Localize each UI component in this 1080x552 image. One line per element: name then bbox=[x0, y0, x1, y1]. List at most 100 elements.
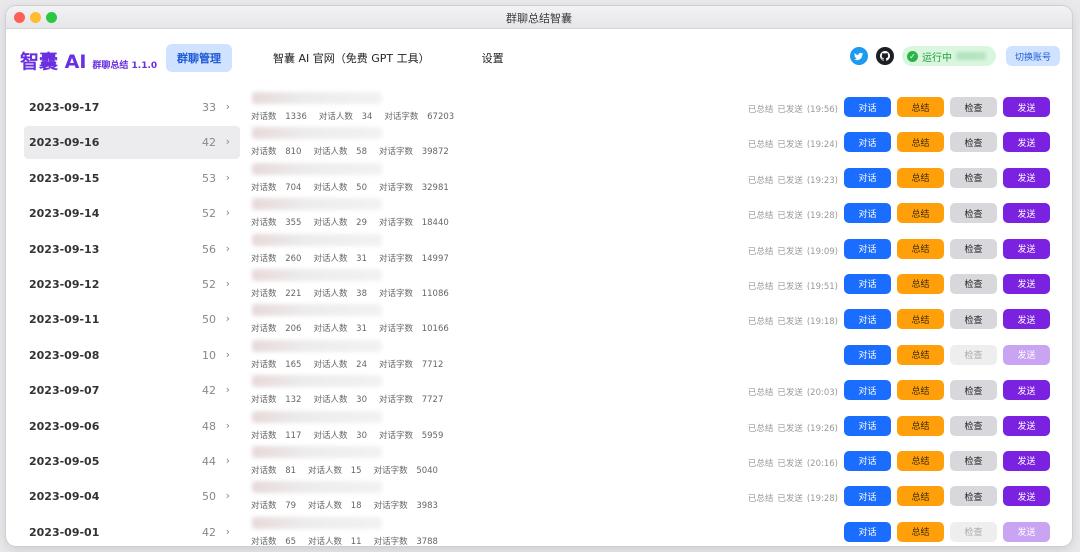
date-cell[interactable]: 2023-09-07 42 › bbox=[24, 374, 240, 407]
summary-button[interactable]: 总结 bbox=[897, 167, 944, 188]
chat-button[interactable]: 对话 bbox=[844, 344, 891, 365]
twitter-icon[interactable] bbox=[849, 47, 868, 65]
sent-time: (19:09) bbox=[806, 246, 838, 257]
brand-name: 智囊 AI bbox=[20, 51, 87, 73]
date-cell[interactable]: 2023-09-12 52 › bbox=[24, 268, 240, 301]
chat-button[interactable]: 对话 bbox=[844, 97, 891, 117]
row-state: 已总结 已发送 (19:18) bbox=[744, 315, 838, 327]
check-button[interactable]: 检查 bbox=[950, 238, 997, 259]
summary-button[interactable]: 总结 bbox=[897, 380, 944, 401]
check-button[interactable]: 检查 bbox=[950, 486, 997, 507]
summarized-label: 已总结 bbox=[747, 317, 774, 328]
chat-button[interactable]: 对话 bbox=[844, 415, 891, 436]
send-button[interactable]: 发送 bbox=[1003, 203, 1050, 224]
send-button[interactable]: 发送 bbox=[1003, 486, 1050, 507]
group-name-redacted bbox=[252, 410, 382, 423]
group-name-redacted bbox=[252, 339, 382, 352]
chat-button[interactable]: 对话 bbox=[844, 238, 891, 259]
send-button[interactable]: 发送 bbox=[1003, 380, 1050, 401]
stat-messages: 对话数 65 bbox=[251, 536, 297, 546]
date-cell[interactable]: 2023-09-13 56 › bbox=[24, 233, 240, 266]
row-group-count: 52 bbox=[202, 277, 216, 291]
summary-button[interactable]: 总结 bbox=[897, 486, 944, 507]
sent-time: (20:16) bbox=[806, 458, 838, 469]
check-button[interactable]: 检查 bbox=[950, 415, 997, 436]
check-button[interactable]: 检查 bbox=[950, 203, 997, 224]
row-group-count: 52 bbox=[202, 207, 216, 221]
check-button[interactable]: 检查 bbox=[950, 344, 997, 365]
date-cell[interactable]: 2023-09-17 33 › bbox=[24, 91, 240, 124]
chat-button[interactable]: 对话 bbox=[844, 167, 891, 188]
send-button[interactable]: 发送 bbox=[1003, 97, 1050, 117]
github-icon[interactable] bbox=[875, 47, 894, 65]
sent-label: 已发送 bbox=[777, 281, 803, 292]
group-name-redacted bbox=[252, 304, 382, 317]
summary-button[interactable]: 总结 bbox=[897, 309, 944, 330]
stat-people: 对话人数 30 bbox=[313, 395, 367, 406]
chat-button[interactable]: 对话 bbox=[844, 380, 891, 401]
app-window: 群聊总结智囊 智囊 AI 群聊总结 1.1.0 群聊管理 智囊 AI 官网（免费… bbox=[6, 6, 1072, 546]
switch-account-button[interactable]: 切换账号 bbox=[1005, 46, 1060, 66]
summarized-label: 已总结 bbox=[747, 211, 774, 222]
chat-button[interactable]: 对话 bbox=[844, 450, 891, 471]
list-item: 2023-09-08 10 › 对话数 165 对话人数 24 对话字数 7712 对话 总结… bbox=[6, 339, 1072, 374]
send-button[interactable]: 发送 bbox=[1003, 415, 1050, 436]
chat-button[interactable]: 对话 bbox=[844, 203, 891, 224]
date-cell[interactable]: 2023-09-11 50 › bbox=[24, 303, 240, 336]
summary-button[interactable]: 总结 bbox=[897, 450, 944, 471]
row-group-count: 42 bbox=[202, 384, 216, 398]
tab-settings[interactable]: 设置 bbox=[471, 44, 515, 72]
chat-button[interactable]: 对话 bbox=[844, 521, 891, 542]
send-button[interactable]: 发送 bbox=[1003, 309, 1050, 330]
group-name-redacted bbox=[252, 375, 382, 388]
date-cell[interactable]: 2023-09-05 44 › bbox=[24, 445, 240, 478]
date-cell[interactable]: 2023-09-15 53 › bbox=[24, 162, 240, 195]
sent-label: 已发送 bbox=[777, 175, 803, 186]
chat-button[interactable]: 对话 bbox=[844, 273, 891, 294]
chat-button[interactable]: 对话 bbox=[844, 309, 891, 330]
send-button[interactable]: 发送 bbox=[1003, 450, 1050, 471]
summary-button[interactable]: 总结 bbox=[897, 97, 944, 117]
send-button[interactable]: 发送 bbox=[1003, 521, 1050, 542]
date-cell[interactable]: 2023-09-08 10 › bbox=[24, 339, 240, 372]
check-button[interactable]: 检查 bbox=[950, 450, 997, 471]
summarized-label: 已总结 bbox=[747, 246, 774, 257]
main-nav: 群聊管理 智囊 AI 官网（免费 GPT 工具） 设置 bbox=[166, 44, 545, 72]
send-button[interactable]: 发送 bbox=[1003, 132, 1050, 153]
summary-button[interactable]: 总结 bbox=[897, 132, 944, 153]
row-date: 2023-09-15 bbox=[29, 171, 100, 185]
send-button[interactable]: 发送 bbox=[1003, 167, 1050, 188]
check-button[interactable]: 检查 bbox=[950, 273, 997, 294]
check-button[interactable]: 检查 bbox=[950, 309, 997, 330]
date-cell[interactable]: 2023-09-06 48 › bbox=[24, 410, 240, 443]
date-cell[interactable]: 2023-09-16 42 › bbox=[24, 126, 240, 160]
chat-button[interactable]: 对话 bbox=[844, 486, 891, 507]
check-button[interactable]: 检查 bbox=[950, 97, 997, 117]
date-cell[interactable]: 2023-09-14 52 › bbox=[24, 197, 240, 230]
stat-people: 对话人数 30 bbox=[313, 430, 367, 441]
chat-button[interactable]: 对话 bbox=[844, 132, 891, 153]
check-button[interactable]: 检查 bbox=[950, 132, 997, 153]
summary-button[interactable]: 总结 bbox=[897, 203, 944, 224]
send-button[interactable]: 发送 bbox=[1003, 238, 1050, 259]
summary-button[interactable]: 总结 bbox=[897, 344, 944, 365]
summary-button[interactable]: 总结 bbox=[897, 521, 944, 542]
send-button[interactable]: 发送 bbox=[1003, 344, 1050, 365]
list-item: 2023-09-14 52 › 对话数 355 对话人数 29 对话字数 18440 已总结… bbox=[6, 197, 1072, 232]
chevron-right-icon: › bbox=[225, 170, 230, 184]
tab-website[interactable]: 智囊 AI 官网（免费 GPT 工具） bbox=[262, 44, 441, 72]
summary-button[interactable]: 总结 bbox=[897, 415, 944, 436]
group-name-redacted bbox=[252, 481, 382, 494]
check-button[interactable]: 检查 bbox=[950, 167, 997, 188]
row-state: 已总结 已发送 (19:56) bbox=[744, 103, 838, 115]
tab-group-management[interactable]: 群聊管理 bbox=[166, 44, 232, 72]
check-button[interactable]: 检查 bbox=[950, 521, 997, 542]
summary-button[interactable]: 总结 bbox=[897, 273, 944, 294]
date-cell[interactable]: 2023-09-04 50 › bbox=[24, 480, 240, 513]
title-bar: 群聊总结智囊 bbox=[6, 6, 1072, 29]
summary-button[interactable]: 总结 bbox=[897, 238, 944, 259]
row-date: 2023-09-07 bbox=[29, 384, 100, 398]
send-button[interactable]: 发送 bbox=[1003, 273, 1050, 294]
check-button[interactable]: 检查 bbox=[950, 380, 997, 401]
date-cell[interactable]: 2023-09-01 42 › bbox=[24, 516, 240, 546]
